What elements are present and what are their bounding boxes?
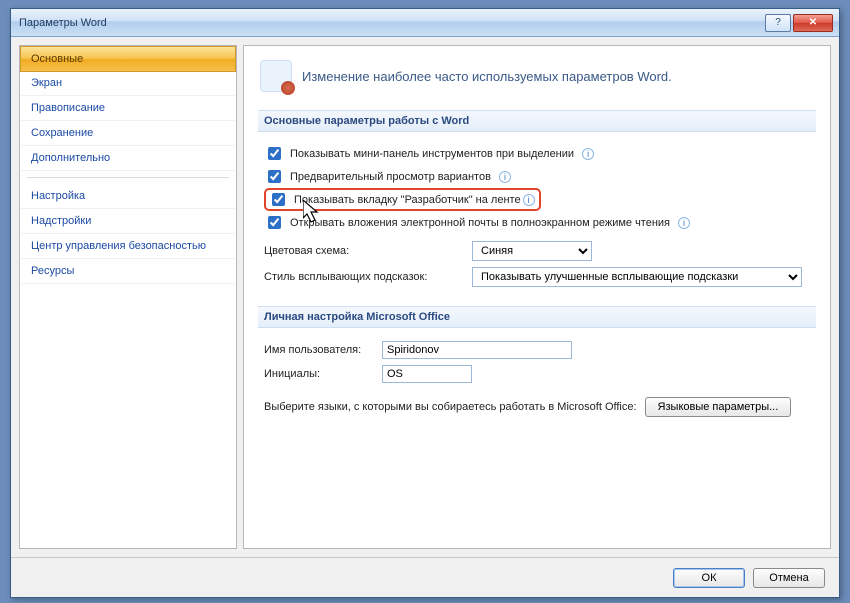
- label-language-picker: Выберите языки, с которыми вы собираетес…: [264, 401, 637, 413]
- select-tooltip-style[interactable]: Показывать улучшенные всплывающие подска…: [472, 267, 802, 287]
- label-developer-tab: Показывать вкладку "Разработчик" на лент…: [294, 194, 521, 206]
- sidebar-separator: [27, 177, 229, 178]
- dialog-footer: ОК Отмена: [11, 557, 839, 597]
- label-mini-toolbar: Показывать мини-панель инструментов при …: [290, 148, 574, 160]
- ok-button[interactable]: ОК: [673, 568, 745, 588]
- info-icon[interactable]: i: [582, 148, 594, 160]
- highlight-developer-tab: Показывать вкладку "Разработчик" на лент…: [264, 188, 541, 211]
- info-icon[interactable]: i: [523, 194, 535, 206]
- button-language-settings[interactable]: Языковые параметры...: [645, 397, 792, 417]
- word-options-dialog: Параметры Word ? ✕ Основные Экран Правоп…: [10, 8, 840, 598]
- help-button[interactable]: ?: [765, 14, 791, 32]
- checkbox-developer-tab[interactable]: [272, 193, 285, 206]
- sidebar-item-trust-center[interactable]: Центр управления безопасностью: [21, 234, 235, 259]
- section-header-personal: Личная настройка Microsoft Office: [258, 306, 816, 328]
- info-icon[interactable]: i: [499, 171, 511, 183]
- label-color-scheme: Цветовая схема:: [264, 245, 464, 257]
- label-initials: Инициалы:: [264, 368, 374, 380]
- checkbox-live-preview[interactable]: [268, 170, 281, 183]
- label-tooltip-style: Стиль всплывающих подсказок:: [264, 271, 464, 283]
- input-initials[interactable]: [382, 365, 472, 383]
- sidebar: Основные Экран Правописание Сохранение Д…: [19, 45, 237, 549]
- select-color-scheme[interactable]: Синяя: [472, 241, 592, 261]
- titlebar[interactable]: Параметры Word ? ✕: [11, 9, 839, 37]
- sidebar-item-addins[interactable]: Надстройки: [21, 209, 235, 234]
- input-username[interactable]: [382, 341, 572, 359]
- cancel-button[interactable]: Отмена: [753, 568, 825, 588]
- label-live-preview: Предварительный просмотр вариантов: [290, 171, 491, 183]
- options-icon: [260, 60, 292, 92]
- sidebar-item-advanced[interactable]: Дополнительно: [21, 146, 235, 171]
- sidebar-item-general[interactable]: Основные: [20, 46, 236, 72]
- sidebar-item-customize[interactable]: Настройка: [21, 184, 235, 209]
- content-pane: Изменение наиболее часто используемых па…: [243, 45, 831, 549]
- checkbox-mini-toolbar[interactable]: [268, 147, 281, 160]
- sidebar-item-resources[interactable]: Ресурсы: [21, 259, 235, 284]
- sidebar-item-proofing[interactable]: Правописание: [21, 96, 235, 121]
- page-heading: Изменение наиболее часто используемых па…: [302, 69, 672, 84]
- label-username: Имя пользователя:: [264, 344, 374, 356]
- close-button[interactable]: ✕: [793, 14, 833, 32]
- window-title: Параметры Word: [19, 17, 765, 29]
- label-fullscreen-attachments: Открывать вложения электронной почты в п…: [290, 217, 670, 229]
- info-icon[interactable]: i: [678, 217, 690, 229]
- sidebar-item-save[interactable]: Сохранение: [21, 121, 235, 146]
- sidebar-item-display[interactable]: Экран: [21, 71, 235, 96]
- section-header-basic: Основные параметры работы с Word: [258, 110, 816, 132]
- checkbox-fullscreen-attachments[interactable]: [268, 216, 281, 229]
